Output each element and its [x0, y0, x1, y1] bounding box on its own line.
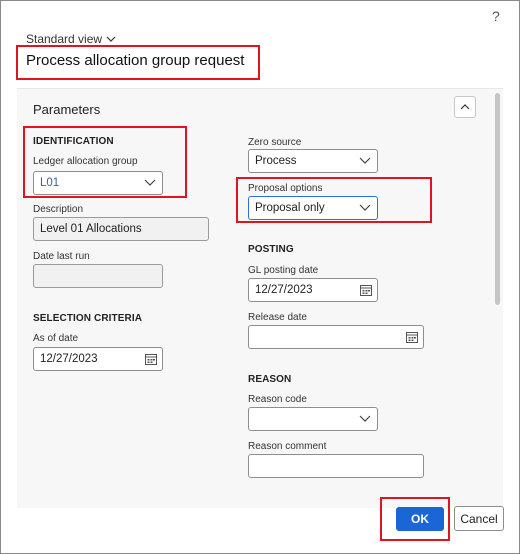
collapse-button[interactable]	[454, 96, 476, 118]
calendar-icon[interactable]	[360, 284, 372, 296]
chevron-down-icon	[359, 415, 371, 422]
chevron-down-icon	[106, 36, 116, 42]
chevron-down-icon	[359, 204, 371, 211]
description-field[interactable]: Level 01 Allocations	[33, 217, 209, 241]
identification-title: IDENTIFICATION	[33, 136, 114, 147]
zero-source-label: Zero source	[248, 137, 302, 148]
ledger-allocation-group-select[interactable]: L01	[33, 171, 163, 195]
description-label: Description	[33, 204, 84, 215]
chevron-down-icon	[359, 157, 371, 164]
ledger-allocation-group-label: Ledger allocation group	[33, 156, 138, 167]
reason-title: REASON	[248, 374, 292, 385]
as-of-date-value: 12/27/2023	[40, 353, 98, 365]
parameters-panel: Parameters IDENTIFICATION Ledger allocat…	[17, 88, 503, 508]
release-date-field[interactable]	[248, 325, 424, 349]
gl-posting-date-label: GL posting date	[248, 265, 319, 276]
as-of-date-label: As of date	[33, 333, 79, 344]
calendar-icon[interactable]	[145, 353, 157, 365]
zero-source-select[interactable]: Process	[248, 149, 378, 173]
selection-criteria-title: SELECTION CRITERIA	[33, 313, 143, 324]
reason-comment-field[interactable]	[248, 454, 424, 478]
posting-title: POSTING	[248, 244, 294, 255]
description-value: Level 01 Allocations	[40, 223, 142, 235]
help-icon[interactable]: ?	[492, 8, 500, 24]
view-label: Standard view	[26, 32, 103, 46]
reason-code-label: Reason code	[248, 394, 307, 405]
parameters-header: Parameters	[33, 102, 101, 117]
proposal-options-value: Proposal only	[255, 202, 325, 214]
release-date-label: Release date	[248, 312, 307, 323]
calendar-icon[interactable]	[406, 331, 418, 343]
chevron-up-icon	[460, 104, 470, 110]
gl-posting-date-field[interactable]: 12/27/2023	[248, 278, 378, 302]
cancel-button[interactable]: Cancel	[454, 506, 504, 531]
ok-button[interactable]: OK	[396, 507, 444, 531]
reason-code-select[interactable]	[248, 407, 378, 431]
zero-source-value: Process	[255, 155, 297, 167]
proposal-options-select[interactable]: Proposal only	[248, 196, 378, 220]
date-last-run-label: Date last run	[33, 251, 90, 262]
date-last-run-field[interactable]	[33, 264, 163, 288]
page-title: Process allocation group request	[26, 52, 245, 69]
as-of-date-field[interactable]: 12/27/2023	[33, 347, 163, 371]
vertical-scrollbar[interactable]	[495, 93, 500, 305]
standard-view-selector[interactable]: Standard view	[26, 32, 116, 46]
reason-comment-label: Reason comment	[248, 441, 327, 452]
proposal-options-label: Proposal options	[248, 183, 323, 194]
chevron-down-icon	[144, 179, 156, 186]
ledger-allocation-group-value: L01	[40, 177, 60, 189]
gl-posting-date-value: 12/27/2023	[255, 284, 313, 296]
